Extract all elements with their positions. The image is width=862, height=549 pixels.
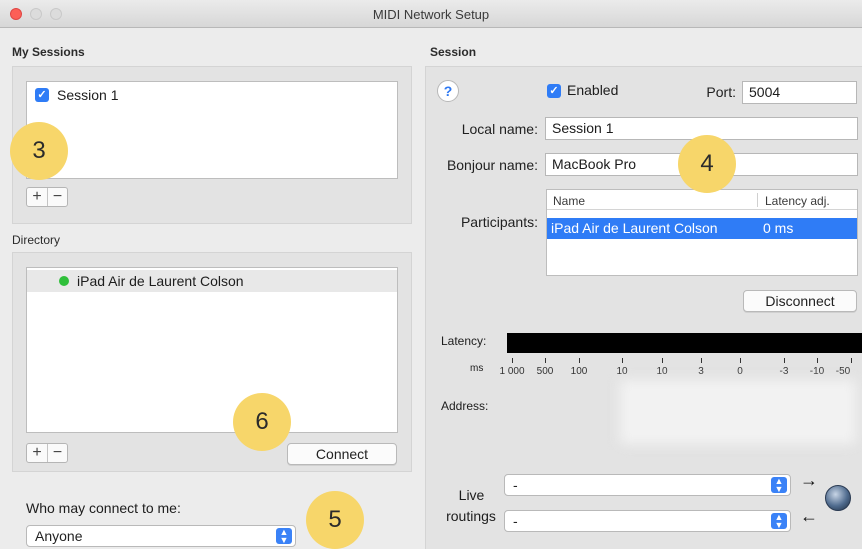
latency-tick-label: 0 [737, 366, 743, 377]
latency-tick [622, 358, 623, 363]
latency-tick [740, 358, 741, 363]
directory-row[interactable]: iPad Air de Laurent Colson [27, 270, 397, 292]
latency-tick [784, 358, 785, 363]
routing-out-value: - [513, 513, 518, 529]
globe-icon [825, 485, 851, 511]
enabled-checkbox[interactable]: ✓ [547, 84, 561, 98]
disconnect-button[interactable]: Disconnect [743, 290, 857, 312]
callout-6: 6 [233, 393, 291, 451]
latency-meter [507, 333, 862, 353]
participants-label: Participants: [460, 214, 538, 230]
participants-table[interactable]: Name Latency adj. iPad Air de Laurent Co… [546, 189, 858, 276]
latency-tick [579, 358, 580, 363]
remove-session-button[interactable]: − [47, 188, 67, 206]
who-may-connect-label: Who may connect to me: [26, 500, 181, 516]
arrow-left-icon: ← [800, 506, 818, 526]
popup-stepper-icon: ▲ ▼ [771, 513, 787, 530]
address-blurred [620, 380, 856, 444]
local-name-label: Local name: [461, 121, 538, 137]
latency-tick-label: 3 [698, 366, 704, 377]
callout-3: 3 [10, 122, 68, 180]
ms-label: ms [470, 363, 484, 374]
latency-tick-label: 10 [656, 366, 668, 377]
latency-tick [851, 358, 852, 363]
participants-header: Name Latency adj. [547, 190, 857, 210]
latency-tick [662, 358, 663, 363]
my-sessions-group: ✓ Session 1 + − [12, 66, 412, 224]
session-row[interactable]: ✓ Session 1 [27, 84, 397, 106]
directory-add-remove: + − [26, 443, 68, 463]
callout-4: 4 [678, 135, 736, 193]
remove-directory-button[interactable]: − [47, 444, 67, 462]
latency-tick-label: 10 [616, 366, 628, 377]
latency-tick-label: -3 [779, 366, 789, 377]
help-icon[interactable]: ? [437, 80, 459, 102]
routing-in-popup[interactable]: - ▲ ▼ [504, 474, 791, 496]
column-latency[interactable]: Latency adj. [765, 194, 830, 208]
participant-row[interactable]: iPad Air de Laurent Colson 0 ms [547, 218, 857, 239]
status-dot-icon [59, 276, 69, 286]
participant-latency: 0 ms [763, 220, 794, 236]
port-label: Port: [706, 84, 736, 100]
port-field[interactable]: 5004 [742, 81, 857, 104]
checkbox-checked-icon[interactable]: ✓ [35, 88, 49, 102]
routing-out-popup[interactable]: - ▲ ▼ [504, 510, 791, 532]
add-directory-button[interactable]: + [27, 444, 47, 462]
who-may-connect-value: Anyone [35, 528, 83, 544]
live-routings-label-line1: Live [458, 487, 485, 503]
address-label: Address: [441, 399, 489, 413]
live-routings-label-line2: routings [446, 508, 496, 524]
latency-tick [701, 358, 702, 363]
column-name[interactable]: Name [553, 194, 585, 208]
sessions-add-remove: + − [26, 187, 68, 207]
latency-tick [817, 358, 818, 363]
callout-5: 5 [306, 491, 364, 549]
popup-stepper-icon: ▲ ▼ [771, 477, 787, 494]
window-title: MIDI Network Setup [372, 7, 490, 22]
add-session-button[interactable]: + [27, 188, 47, 206]
directory-item-name: iPad Air de Laurent Colson [77, 273, 244, 289]
who-may-connect-popup[interactable]: Anyone ▲ ▼ [26, 525, 296, 547]
latency-tick [512, 358, 513, 363]
bonjour-name-label: Bonjour name: [446, 157, 538, 173]
latency-tick [545, 358, 546, 363]
arrow-right-icon: → [800, 470, 818, 490]
latency-tick-label: -50 [835, 366, 851, 377]
session-heading: Session [430, 45, 477, 59]
my-sessions-heading: My Sessions [12, 45, 85, 59]
popup-stepper-icon: ▲ ▼ [276, 528, 292, 545]
directory-heading: Directory [12, 233, 61, 247]
latency-label: Latency: [441, 334, 487, 348]
routing-in-value: - [513, 477, 518, 493]
connect-button[interactable]: Connect [287, 443, 397, 465]
latency-tick-label: 100 [570, 366, 588, 377]
column-divider [757, 193, 758, 207]
latency-tick-label: 1 000 [499, 366, 525, 377]
enabled-label: Enabled [567, 82, 619, 98]
session-name: Session 1 [57, 87, 119, 103]
title-bar: MIDI Network Setup [0, 0, 862, 28]
participant-name: iPad Air de Laurent Colson [551, 220, 718, 236]
directory-group: iPad Air de Laurent Colson + − Connect [12, 252, 412, 472]
directory-list[interactable]: iPad Air de Laurent Colson [26, 267, 398, 433]
sessions-list[interactable]: ✓ Session 1 [26, 81, 398, 179]
latency-tick-label: 500 [536, 366, 554, 377]
